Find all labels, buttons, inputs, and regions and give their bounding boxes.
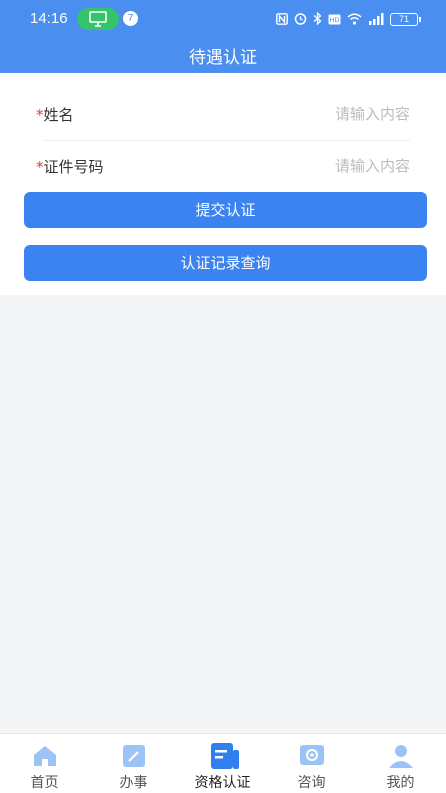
system-icons: HD 71: [276, 10, 421, 29]
edit-icon: [121, 744, 147, 768]
name-field: *姓名: [36, 89, 410, 139]
name-label-text: 姓名: [43, 106, 74, 124]
required-mark: *: [36, 158, 44, 176]
app-header: 14:16 7 HD 71 待遇认证: [0, 0, 446, 73]
id-number-label: *证件号码: [36, 156, 104, 177]
certification-record-query-button[interactable]: 认证记录查询: [24, 245, 427, 281]
battery-indicator: 71: [390, 13, 421, 26]
tab-label: 首页: [30, 775, 59, 791]
submit-certification-button[interactable]: 提交认证: [24, 192, 427, 228]
wifi-icon: [347, 10, 362, 29]
id-number-field: *证件号码: [36, 141, 410, 191]
nfc-icon: [276, 10, 288, 29]
alarm-icon: [294, 10, 307, 29]
notification-badge: 7: [123, 11, 138, 26]
tab-label: 我的: [386, 775, 415, 791]
bottom-tab-bar: 首页 办事 资格认证 咨询 我的: [0, 733, 446, 793]
status-time: 14:16: [30, 10, 68, 27]
tab-services[interactable]: 办事: [89, 734, 178, 793]
status-bar: 14:16 7 HD 71: [0, 6, 446, 32]
name-input[interactable]: [240, 101, 410, 127]
tab-label: 办事: [119, 775, 148, 791]
tab-profile[interactable]: 我的: [356, 734, 445, 793]
signal-icon: [368, 10, 384, 29]
screen-cast-indicator[interactable]: [77, 8, 119, 30]
bluetooth-icon: [313, 10, 322, 29]
consult-icon: [299, 744, 325, 768]
certification-form: *姓名 *证件号码 提交认证 认证记录查询: [0, 73, 446, 295]
page-title: 待遇认证: [189, 48, 257, 68]
tab-label: 咨询: [297, 775, 326, 791]
certification-icon: [210, 742, 239, 769]
svg-text:HD: HD: [330, 17, 340, 24]
screen-cast-icon: [89, 11, 107, 27]
tab-label: 资格认证: [194, 775, 251, 791]
tab-consult[interactable]: 咨询: [267, 734, 356, 793]
tab-home[interactable]: 首页: [0, 734, 89, 793]
required-mark: *: [36, 106, 44, 124]
id-number-input[interactable]: [240, 153, 410, 179]
home-icon: [32, 744, 58, 768]
name-label: *姓名: [36, 104, 74, 125]
hd-icon: HD: [328, 10, 341, 29]
profile-icon: [388, 744, 414, 768]
tab-qualification[interactable]: 资格认证: [178, 734, 267, 793]
id-number-label-text: 证件号码: [43, 158, 104, 176]
